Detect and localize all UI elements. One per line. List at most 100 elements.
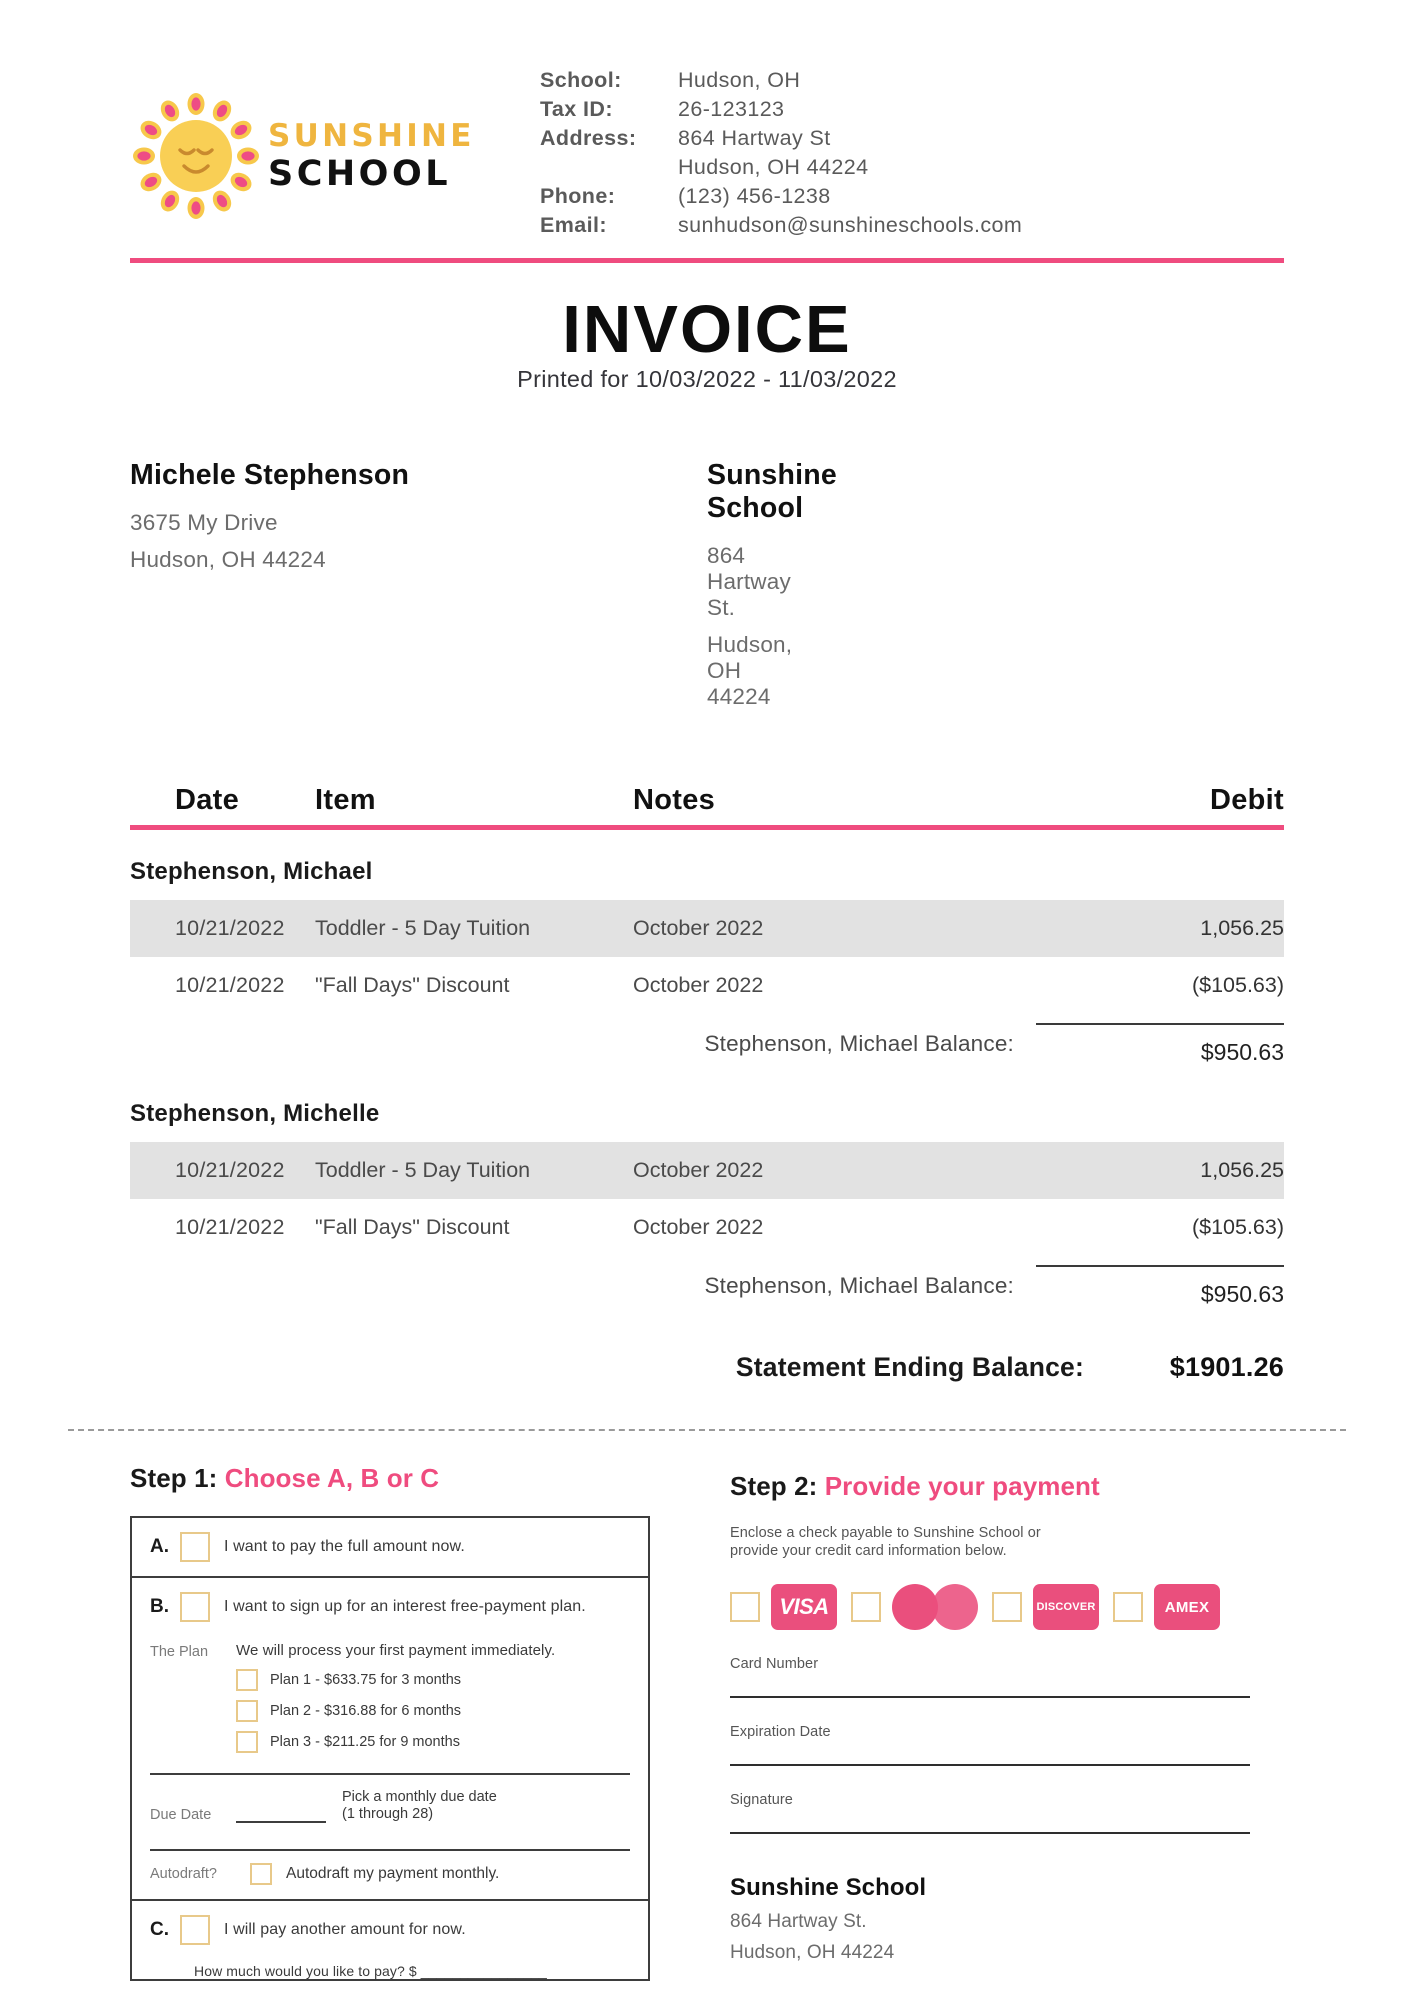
card-number-input[interactable] xyxy=(730,1672,1250,1698)
contact-row-school: School: Hudson, OH xyxy=(540,66,1022,95)
group-balance-amount: $950.63 xyxy=(1036,1022,1284,1066)
plan-2-label: Plan 2 - $316.88 for 6 months xyxy=(270,1703,462,1719)
option-b-row[interactable]: B. I want to sign up for an interest fre… xyxy=(132,1578,648,1636)
step-1-accent: Choose A, B or C xyxy=(224,1463,440,1493)
signature-field[interactable]: Signature xyxy=(730,1792,1250,1834)
footer-line2: Hudson, OH 44224 xyxy=(730,1942,895,1963)
autodraft-row[interactable]: Autodraft? Autodraft my payment monthly. xyxy=(132,1851,648,1899)
cell-notes: October 2022 xyxy=(633,916,764,940)
footer-school-name: Sunshine School xyxy=(730,1874,927,1901)
autodraft-label: Autodraft? xyxy=(150,1866,217,1882)
mastercard-checkbox[interactable] xyxy=(851,1592,881,1622)
payment-options-box: A. I want to pay the full amount now. B.… xyxy=(130,1516,650,1981)
footer-line1: 864 Hartway St. xyxy=(730,1911,867,1932)
contact-key: Tax ID: xyxy=(540,97,613,121)
column-header-notes: Notes xyxy=(633,784,716,816)
expiration-date-input[interactable] xyxy=(730,1740,1250,1766)
payment-steps: Step 1: Choose A, B or C A. I want to pa… xyxy=(130,1463,1284,1981)
group-balance-label: Stephenson, Michael Balance: xyxy=(704,1273,1014,1298)
plan-option-1[interactable]: Plan 1 - $633.75 for 3 months xyxy=(236,1669,630,1691)
due-date-note: Pick a monthly due date (1 through 28) xyxy=(342,1789,497,1823)
option-b-checkbox[interactable] xyxy=(180,1592,210,1622)
option-a-section[interactable]: A. I want to pay the full amount now. xyxy=(132,1518,648,1578)
option-a-row[interactable]: A. I want to pay the full amount now. xyxy=(132,1518,648,1576)
contact-row-tax-id: Tax ID: 26-123123 xyxy=(540,95,1022,124)
plan-1-label: Plan 1 - $633.75 for 3 months xyxy=(270,1672,462,1688)
due-date-label: Due Date xyxy=(150,1807,212,1823)
visa-checkbox[interactable] xyxy=(730,1592,760,1622)
option-c-section[interactable]: C. I will pay another amount for now. Ho… xyxy=(132,1901,648,1979)
option-c-checkbox[interactable] xyxy=(180,1915,210,1945)
plan-2-checkbox[interactable] xyxy=(236,1700,258,1722)
logo-text-school: SCHOOL xyxy=(268,153,451,194)
mastercard-logo-icon xyxy=(892,1584,978,1630)
option-b-label: I want to sign up for an interest free-p… xyxy=(224,1598,586,1615)
cell-notes: October 2022 xyxy=(633,973,764,997)
contact-key: Address: xyxy=(540,126,637,150)
card-option-visa[interactable]: VISA xyxy=(730,1584,837,1630)
logo-text-sunshine: SUNSHINE xyxy=(268,117,475,154)
option-c-row[interactable]: C. I will pay another amount for now. xyxy=(132,1901,648,1959)
invoice-title-block: INVOICE Printed for 10/03/2022 - 11/03/2… xyxy=(0,291,1414,393)
bill-from-block: Sunshine School 864 Hartway St. Hudson, … xyxy=(707,459,837,709)
group-balance-amount: $950.63 xyxy=(1036,1264,1284,1308)
cell-item: Toddler - 5 Day Tuition xyxy=(315,1158,531,1182)
plan-option-3[interactable]: Plan 3 - $211.25 for 9 months xyxy=(236,1731,630,1753)
option-c-label: I will pay another amount for now. xyxy=(224,1921,466,1938)
amex-checkbox[interactable] xyxy=(1113,1592,1143,1622)
contact-row-phone: Phone: (123) 456-1238 xyxy=(540,182,1022,211)
step-1-section: Step 1: Choose A, B or C A. I want to pa… xyxy=(130,1463,650,1981)
column-header-item: Item xyxy=(315,784,376,816)
cell-notes: October 2022 xyxy=(633,1158,764,1182)
discover-logo-icon: DISCOVER xyxy=(1033,1584,1099,1630)
contact-row-address-2: Hudson, OH 44224 xyxy=(540,153,1022,182)
amex-logo-icon: AMEX xyxy=(1154,1584,1220,1630)
statement-ending-label: Statement Ending Balance: xyxy=(735,1352,1084,1382)
expiration-date-field[interactable]: Expiration Date xyxy=(730,1724,1250,1766)
autodraft-checkbox[interactable] xyxy=(250,1863,272,1885)
option-c-amount-prompt[interactable]: How much would you like to pay? $ ______… xyxy=(194,1963,648,1979)
option-b-section[interactable]: B. I want to sign up for an interest fre… xyxy=(132,1578,648,1901)
plan-option-2[interactable]: Plan 2 - $316.88 for 6 months xyxy=(236,1700,630,1722)
table-header-row: Date Item Notes Debit xyxy=(130,784,1284,825)
step-2-heading: Step 2: Provide your payment xyxy=(730,1471,1250,1502)
due-date-row: Due Date Pick a monthly due date (1 thro… xyxy=(132,1775,648,1833)
plan-3-checkbox[interactable] xyxy=(236,1731,258,1753)
due-date-note-line1: Pick a monthly due date xyxy=(342,1789,497,1805)
card-option-mastercard[interactable] xyxy=(851,1584,978,1630)
contact-key: Phone: xyxy=(540,184,616,208)
card-option-amex[interactable]: AMEX xyxy=(1113,1584,1220,1630)
table-row: 10/21/2022 Toddler - 5 Day Tuition Octob… xyxy=(130,1142,1284,1199)
plan-label: The Plan xyxy=(150,1644,209,1660)
tear-off-divider xyxy=(68,1429,1346,1431)
plan-1-checkbox[interactable] xyxy=(236,1669,258,1691)
plan-3-label: Plan 3 - $211.25 for 9 months xyxy=(270,1734,460,1750)
visa-logo-icon: VISA xyxy=(771,1584,837,1630)
contact-value: Hudson, OH 44224 xyxy=(678,155,869,179)
due-date-input[interactable] xyxy=(236,1801,326,1823)
step-2-section: Step 2: Provide your payment Enclose a c… xyxy=(730,1463,1250,1981)
signature-input[interactable] xyxy=(730,1808,1250,1834)
contact-value: (123) 456-1238 xyxy=(678,184,831,208)
enclose-line2: provide your credit card information bel… xyxy=(730,1543,1007,1559)
due-date-note-line2: (1 through 28) xyxy=(342,1806,434,1822)
enclose-line1: Enclose a check payable to Sunshine Scho… xyxy=(730,1525,1041,1541)
column-header-date: Date xyxy=(175,784,240,816)
brand-logo: SUNSHINE SCHOOL xyxy=(130,58,520,222)
cell-debit: 1,056.25 xyxy=(1200,1158,1284,1182)
card-number-field[interactable]: Card Number xyxy=(730,1656,1250,1698)
plan-note: We will process your first payment immed… xyxy=(236,1642,556,1659)
contact-value: 26-123123 xyxy=(678,97,785,121)
cell-debit: ($105.63) xyxy=(1191,973,1284,997)
table-header-divider xyxy=(130,825,1284,830)
document-header: SUNSHINE SCHOOL School: Hudson, OH Tax I… xyxy=(0,0,1414,240)
statement-ending-row: Statement Ending Balance: $1901.26 xyxy=(130,1352,1284,1383)
cell-notes: October 2022 xyxy=(633,1215,764,1239)
contact-key xyxy=(540,153,678,182)
option-a-letter: A. xyxy=(150,1536,169,1557)
option-a-checkbox[interactable] xyxy=(180,1532,210,1562)
discover-checkbox[interactable] xyxy=(992,1592,1022,1622)
table-row: 10/21/2022 "Fall Days" Discount October … xyxy=(130,957,1284,1014)
card-option-discover[interactable]: DISCOVER xyxy=(992,1584,1099,1630)
table-row: 10/21/2022 "Fall Days" Discount October … xyxy=(130,1199,1284,1256)
